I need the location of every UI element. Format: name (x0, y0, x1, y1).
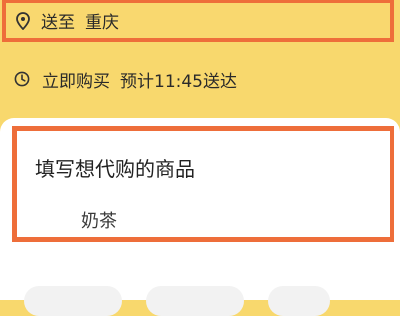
delivery-eta-label: 预计11:45送达 (120, 71, 237, 92)
item-field-title: 填写想代购的商品 (35, 157, 195, 181)
tag-row (24, 286, 330, 316)
item-input[interactable] (81, 207, 321, 233)
location-pin-icon (16, 11, 30, 30)
tag-chip[interactable] (268, 286, 330, 316)
clock-icon (14, 71, 30, 87)
tag-chip[interactable] (146, 286, 244, 316)
delivery-time-row[interactable]: 立即购买 预计11:45送达 (14, 67, 237, 92)
delivery-mode-label: 立即购买 (42, 71, 110, 92)
purchase-item-box[interactable]: 填写想代购的商品 (12, 126, 394, 242)
delivery-address-bar[interactable]: 送至 重庆 (2, 0, 394, 42)
address-city[interactable]: 重庆 (85, 8, 119, 33)
address-prefix: 送至 (41, 13, 75, 33)
tag-chip[interactable] (24, 286, 122, 316)
